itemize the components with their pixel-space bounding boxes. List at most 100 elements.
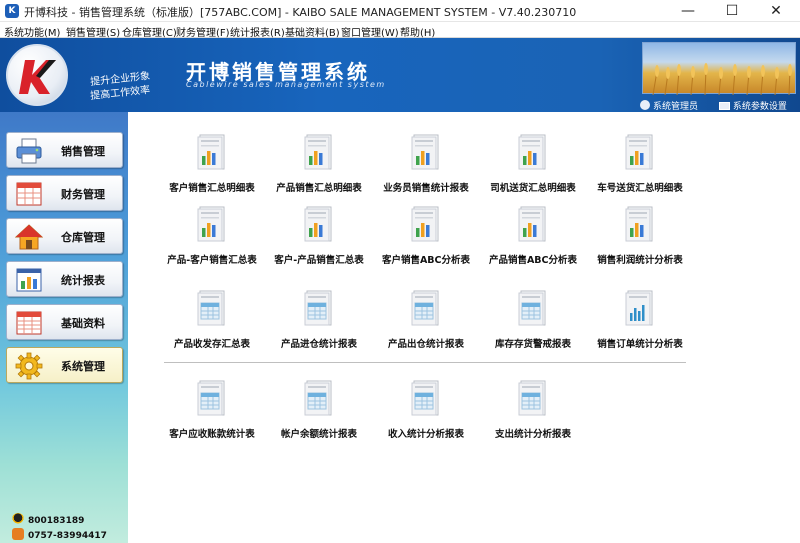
report-item[interactable]: 产品销售汇总明细表 bbox=[264, 134, 374, 200]
user-bar: 系统管理员 系统参数设置 bbox=[640, 99, 787, 112]
sidebar-item-label: 财务管理 bbox=[61, 188, 105, 201]
house-icon bbox=[15, 224, 43, 250]
report-item[interactable]: 客户销售汇总明细表 bbox=[157, 134, 267, 200]
bar-report-icon bbox=[518, 206, 546, 242]
menu-window[interactable]: 窗口管理(W) bbox=[341, 24, 399, 39]
phone-icon bbox=[12, 528, 24, 540]
menu-help[interactable]: 帮助(H) bbox=[400, 24, 435, 39]
menu-warehouse[interactable]: 仓库管理(C) bbox=[122, 24, 177, 39]
sidebar-item-label: 基础资料 bbox=[61, 317, 105, 330]
report-label: 客户应收账款统计表 bbox=[169, 429, 255, 440]
report-label: 客户销售ABC分析表 bbox=[381, 255, 471, 266]
report-label: 销售订单统计分析表 bbox=[597, 339, 683, 350]
sidebar-item-label: 系统管理 bbox=[61, 360, 105, 373]
report-label: 收入统计分析报表 bbox=[387, 429, 464, 440]
table-report-icon bbox=[518, 290, 546, 326]
minimize-button[interactable]: — bbox=[666, 0, 710, 22]
bar-chart-icon bbox=[16, 268, 42, 292]
report-label: 产品出仓统计报表 bbox=[387, 339, 464, 350]
system-settings-link[interactable]: 系统参数设置 bbox=[733, 102, 787, 112]
gear-icon bbox=[15, 352, 43, 380]
qq-contact: 800183189 bbox=[12, 513, 84, 526]
report-item[interactable]: 产品收发存汇总表 bbox=[157, 290, 267, 356]
maximize-button[interactable]: ☐ bbox=[710, 0, 754, 22]
sidebar-item-label: 销售管理 bbox=[61, 145, 105, 158]
report-item[interactable]: 客户销售ABC分析表 bbox=[371, 206, 481, 272]
title-bar: K 开博科技 - 销售管理系统（标准版）[757ABC.COM] - KAIBO… bbox=[0, 0, 800, 22]
sidebar-item-warehouse[interactable]: 仓库管理 bbox=[6, 218, 123, 254]
report-item[interactable]: 帐户余额统计报表 bbox=[264, 380, 374, 446]
current-user[interactable]: 系统管理员 bbox=[653, 102, 698, 112]
sidebar-item-system[interactable]: 系统管理 bbox=[6, 347, 123, 383]
sidebar-item-basic-data[interactable]: 基础资料 bbox=[6, 304, 123, 340]
report-item[interactable]: 客户-产品销售汇总表 bbox=[264, 206, 374, 272]
report-label: 支出统计分析报表 bbox=[494, 429, 571, 440]
sidebar: 销售管理 财务管理 仓库管理 统计报表 基础资料 系统管理 800183189 … bbox=[0, 112, 128, 543]
bar-report-icon bbox=[625, 134, 653, 170]
app-subtitle: Cablewire sales management system bbox=[186, 80, 386, 89]
report-label: 库存存货警戒报表 bbox=[494, 339, 571, 350]
bar-report-icon bbox=[411, 134, 439, 170]
report-item[interactable]: 销售利润统计分析表 bbox=[585, 206, 695, 272]
bar-report-icon bbox=[197, 206, 225, 242]
sidebar-item-finance[interactable]: 财务管理 bbox=[6, 175, 123, 211]
printer-icon bbox=[16, 138, 42, 164]
report-label: 产品-客户销售汇总表 bbox=[167, 255, 257, 266]
report-item[interactable]: 司机送货汇总明细表 bbox=[478, 134, 588, 200]
sidebar-item-reports[interactable]: 统计报表 bbox=[6, 261, 123, 297]
sidebar-item-sales[interactable]: 销售管理 bbox=[6, 132, 123, 168]
column-report-icon bbox=[625, 290, 653, 326]
table-report-icon bbox=[197, 290, 225, 326]
report-item[interactable]: 库存存货警戒报表 bbox=[478, 290, 588, 356]
report-item[interactable]: 产品进仓统计报表 bbox=[264, 290, 374, 356]
table-report-icon bbox=[304, 380, 332, 416]
menu-reports[interactable]: 统计报表(R) bbox=[230, 24, 285, 39]
report-item[interactable]: 产品销售ABC分析表 bbox=[478, 206, 588, 272]
report-label: 司机送货汇总明细表 bbox=[490, 183, 576, 194]
report-item[interactable]: 产品-客户销售汇总表 bbox=[157, 206, 267, 272]
report-item[interactable]: 业务员销售统计报表 bbox=[371, 134, 481, 200]
report-item[interactable]: 产品出仓统计报表 bbox=[371, 290, 481, 356]
sidebar-item-label: 仓库管理 bbox=[61, 231, 105, 244]
bar-report-icon bbox=[304, 206, 332, 242]
wheat-field-image bbox=[642, 42, 796, 95]
report-label: 产品销售汇总明细表 bbox=[276, 183, 362, 194]
report-label: 车号送货汇总明细表 bbox=[597, 183, 683, 194]
menu-system[interactable]: 系统功能(M) bbox=[4, 24, 60, 39]
report-label: 客户-产品销售汇总表 bbox=[274, 255, 364, 266]
report-item[interactable]: 客户应收账款统计表 bbox=[157, 380, 267, 446]
report-label: 业务员销售统计报表 bbox=[383, 183, 469, 194]
report-label: 帐户余额统计报表 bbox=[280, 429, 357, 440]
report-label: 客户销售汇总明细表 bbox=[169, 183, 255, 194]
table-report-icon bbox=[518, 380, 546, 416]
report-label: 销售利润统计分析表 bbox=[597, 255, 683, 266]
bar-report-icon bbox=[304, 134, 332, 170]
report-item[interactable]: 收入统计分析报表 bbox=[371, 380, 481, 446]
bar-report-icon bbox=[197, 134, 225, 170]
window-title: 开博科技 - 销售管理系统（标准版）[757ABC.COM] - KAIBO S… bbox=[24, 6, 577, 19]
report-item[interactable]: 车号送货汇总明细表 bbox=[585, 134, 695, 200]
bar-report-icon bbox=[411, 206, 439, 242]
phone-number: 0757-83994417 bbox=[28, 531, 107, 541]
sidebar-item-label: 统计报表 bbox=[61, 274, 105, 287]
qq-icon bbox=[12, 513, 24, 525]
report-label: 产品收发存汇总表 bbox=[173, 339, 250, 350]
report-item[interactable]: 销售订单统计分析表 bbox=[585, 290, 695, 356]
phone-contact: 0757-83994417 bbox=[12, 528, 107, 541]
menu-basic-data[interactable]: 基础资料(B) bbox=[285, 24, 340, 39]
close-button[interactable]: ✕ bbox=[754, 0, 798, 22]
monitor-icon bbox=[718, 102, 730, 110]
report-item[interactable]: 支出统计分析报表 bbox=[478, 380, 588, 446]
report-panel: 客户销售汇总明细表 产品销售汇总明细表 业务员销售统计报表 司机送货汇总明细表 车号送货… bbox=[128, 112, 800, 543]
menu-sales[interactable]: 销售管理(S) bbox=[66, 24, 120, 39]
report-label: 产品销售ABC分析表 bbox=[488, 255, 578, 266]
table-report-icon bbox=[197, 380, 225, 416]
company-logo bbox=[6, 44, 68, 106]
menu-finance[interactable]: 财务管理(F) bbox=[176, 24, 230, 39]
header-banner: 提升企业形象 提高工作效率 开博销售管理系统 Cablewire sales m… bbox=[0, 38, 800, 112]
table-report-icon bbox=[304, 290, 332, 326]
qq-number: 800183189 bbox=[28, 516, 85, 526]
table-report-icon bbox=[411, 380, 439, 416]
bar-report-icon bbox=[625, 206, 653, 242]
app-icon: K bbox=[5, 4, 19, 18]
